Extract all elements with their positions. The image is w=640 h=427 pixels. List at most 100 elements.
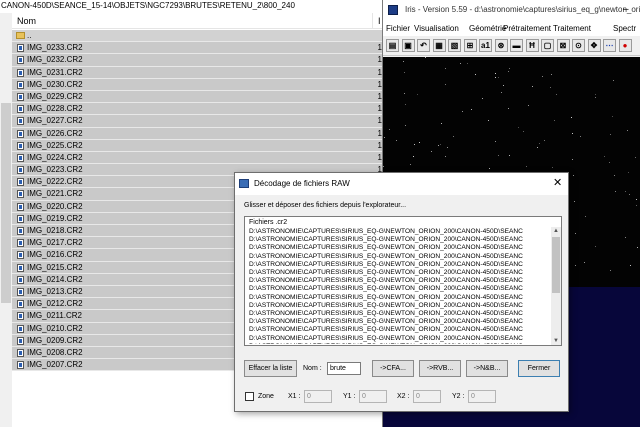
- threshold-icon[interactable]: ▦: [432, 39, 446, 52]
- palette-icon[interactable]: ▧: [448, 39, 461, 52]
- file-list-scrollbar[interactable]: ▲ ▼: [551, 227, 561, 345]
- y1-input[interactable]: 0: [359, 390, 387, 403]
- dialog-title-bar[interactable]: Décodage de fichiers RAW ✕: [235, 173, 568, 195]
- menu-item-prtraitement[interactable]: Prétraitement: [503, 24, 551, 33]
- record-icon[interactable]: ●: [618, 39, 632, 52]
- raw-file-icon: [17, 129, 24, 138]
- file-name: IMG_0221.CR2: [27, 189, 83, 199]
- to-nb-button[interactable]: ->N&B...: [466, 360, 508, 377]
- raw-file-icon: [17, 44, 24, 53]
- scroll-up-icon[interactable]: ▲: [551, 227, 561, 235]
- clear-list-button[interactable]: Effacer la liste: [244, 360, 297, 377]
- file-row[interactable]: IMG_0230.CR2 1: [12, 78, 384, 91]
- image-icon[interactable]: ▢: [541, 39, 554, 52]
- parent-folder-row[interactable]: ..: [12, 30, 384, 43]
- file-row[interactable]: IMG_0226.CR2 1: [12, 127, 384, 140]
- file-path-line[interactable]: D:\ASTRONOMIE\CAPTURES\SIRIUS_EQ-G\NEWTO…: [249, 310, 545, 318]
- to-rvb-button[interactable]: ->RVB...: [419, 360, 461, 377]
- zone-checkbox[interactable]: [245, 392, 254, 401]
- navigation-pane-scrollbar[interactable]: [0, 13, 12, 427]
- file-path-line[interactable]: D:\ASTRONOMIE\CAPTURES\SIRIUS_EQ-G\NEWTO…: [249, 253, 545, 261]
- column-2-header[interactable]: I: [378, 16, 381, 26]
- raw-file-icon: [17, 105, 24, 114]
- star-pixel: [537, 147, 538, 148]
- file-name: IMG_0220.CR2: [27, 201, 83, 211]
- x1-input[interactable]: 0: [304, 390, 332, 403]
- raw-file-icon: [17, 153, 24, 162]
- star-pixel: [629, 194, 630, 195]
- file-row[interactable]: IMG_0227.CR2 1: [12, 115, 384, 128]
- file-path-line[interactable]: D:\ASTRONOMIE\CAPTURES\SIRIUS_EQ-G\NEWTO…: [249, 343, 545, 344]
- iris-window-title: Iris - Version 5.59 - d:\astronomie\capt…: [405, 5, 640, 14]
- menu-item-spectr[interactable]: Spectr: [613, 24, 636, 33]
- star-pixel: [612, 116, 613, 117]
- menu-item-traitement[interactable]: Traitement: [553, 24, 591, 33]
- star-pixel: [438, 145, 439, 146]
- iris-title-bar[interactable]: Iris - Version 5.59 - d:\astronomie\capt…: [383, 0, 640, 22]
- file-row[interactable]: IMG_0225.CR2 1: [12, 139, 384, 152]
- file-path-line[interactable]: D:\ASTRONOMIE\CAPTURES\SIRIUS_EQ-G\NEWTO…: [249, 269, 545, 277]
- close-icon[interactable]: ✕: [553, 177, 562, 189]
- graph-icon[interactable]: ⊠: [556, 39, 570, 52]
- raw-file-icon: [17, 68, 24, 77]
- file-row[interactable]: IMG_0229.CR2 1: [12, 90, 384, 104]
- to-cfa-button[interactable]: ->CFA...: [372, 360, 414, 377]
- menu-item-visualisation[interactable]: Visualisation: [414, 24, 459, 33]
- star-pixel: [467, 63, 468, 64]
- file-path-line[interactable]: D:\ASTRONOMIE\CAPTURES\SIRIUS_EQ-G\NEWTO…: [249, 326, 545, 334]
- file-name: IMG_0230.CR2: [27, 79, 83, 89]
- column-separator[interactable]: [372, 13, 373, 29]
- scroll-down-icon[interactable]: ▼: [551, 337, 561, 345]
- file-name: IMG_0226.CR2: [27, 128, 83, 138]
- menu-item-fichier[interactable]: Fichier: [386, 24, 410, 33]
- minimize-button[interactable]: –: [623, 5, 637, 16]
- file-path-line[interactable]: D:\ASTRONOMIE\CAPTURES\SIRIUS_EQ-G\NEWTO…: [249, 261, 545, 269]
- raw-file-list[interactable]: Fichiers .cr2 D:\ASTRONOMIE\CAPTURES\SIR…: [244, 216, 562, 346]
- file-path-line[interactable]: D:\ASTRONOMIE\CAPTURES\SIRIUS_EQ-G\NEWTO…: [249, 228, 545, 236]
- name-input[interactable]: brute: [327, 362, 361, 375]
- file-name: IMG_0210.CR2: [27, 323, 83, 333]
- star-pixel: [575, 265, 576, 266]
- file-row[interactable]: IMG_0231.CR2 1: [12, 66, 384, 79]
- file-name: IMG_0227.CR2: [27, 116, 83, 126]
- star-pixel: [383, 166, 384, 167]
- file-row[interactable]: IMG_0228.CR2 1: [12, 103, 384, 116]
- file-path-line[interactable]: D:\ASTRONOMIE\CAPTURES\SIRIUS_EQ-G\NEWTO…: [249, 244, 545, 252]
- file-path-line[interactable]: D:\ASTRONOMIE\CAPTURES\SIRIUS_EQ-G\NEWTO…: [249, 285, 545, 293]
- star-pixel: [625, 237, 626, 238]
- star-pixel: [405, 104, 406, 105]
- star-pixel: [585, 216, 586, 217]
- path-bar[interactable]: CANON-450D\SEANCE_15-14\OBJETS\NGC7293\B…: [0, 0, 400, 12]
- text-icon[interactable]: a1: [479, 39, 492, 52]
- plugin-icon[interactable]: ⊛: [494, 39, 508, 52]
- file-path-line[interactable]: D:\ASTRONOMIE\CAPTURES\SIRIUS_EQ-G\NEWTO…: [249, 236, 545, 244]
- column-name-header[interactable]: Nom: [17, 16, 36, 26]
- file-path-line[interactable]: D:\ASTRONOMIE\CAPTURES\SIRIUS_EQ-G\NEWTO…: [249, 318, 545, 326]
- y2-input[interactable]: 0: [468, 390, 496, 403]
- menu-item-gomtrie[interactable]: Géométrie: [469, 24, 506, 33]
- file-row[interactable]: IMG_0232.CR2 1: [12, 54, 384, 67]
- scrollbar-thumb[interactable]: [1, 103, 11, 303]
- scrollbar-thumb[interactable]: [552, 237, 560, 293]
- camera-icon[interactable]: ⊙: [572, 39, 585, 52]
- file-path-line[interactable]: D:\ASTRONOMIE\CAPTURES\SIRIUS_EQ-G\NEWTO…: [249, 302, 545, 310]
- stars-icon[interactable]: ⋯: [603, 39, 616, 52]
- folder-open-icon[interactable]: ▤: [386, 39, 399, 52]
- star-pixel: [610, 134, 611, 135]
- file-name: IMG_0228.CR2: [27, 104, 83, 114]
- move-icon[interactable]: ✥: [587, 39, 601, 52]
- file-path-line[interactable]: D:\ASTRONOMIE\CAPTURES\SIRIUS_EQ-G\NEWTO…: [249, 277, 545, 285]
- file-row[interactable]: IMG_0224.CR2 1: [12, 151, 384, 165]
- undo-icon[interactable]: ↶: [417, 39, 430, 52]
- close-dialog-button[interactable]: Fermer: [518, 360, 560, 377]
- zoom-icon[interactable]: ⊞: [463, 39, 477, 52]
- file-row[interactable]: IMG_0233.CR2 1: [12, 42, 384, 55]
- file-path-line[interactable]: D:\ASTRONOMIE\CAPTURES\SIRIUS_EQ-G\NEWTO…: [249, 335, 545, 343]
- file-path-line[interactable]: D:\ASTRONOMIE\CAPTURES\SIRIUS_EQ-G\NEWTO…: [249, 294, 545, 302]
- console-icon[interactable]: Ħ: [525, 39, 539, 52]
- file-name: IMG_0229.CR2: [27, 91, 83, 101]
- save-icon[interactable]: ▣: [401, 39, 415, 52]
- settings-icon[interactable]: ▬: [510, 39, 523, 52]
- star-pixel: [571, 117, 572, 118]
- x2-input[interactable]: 0: [413, 390, 441, 403]
